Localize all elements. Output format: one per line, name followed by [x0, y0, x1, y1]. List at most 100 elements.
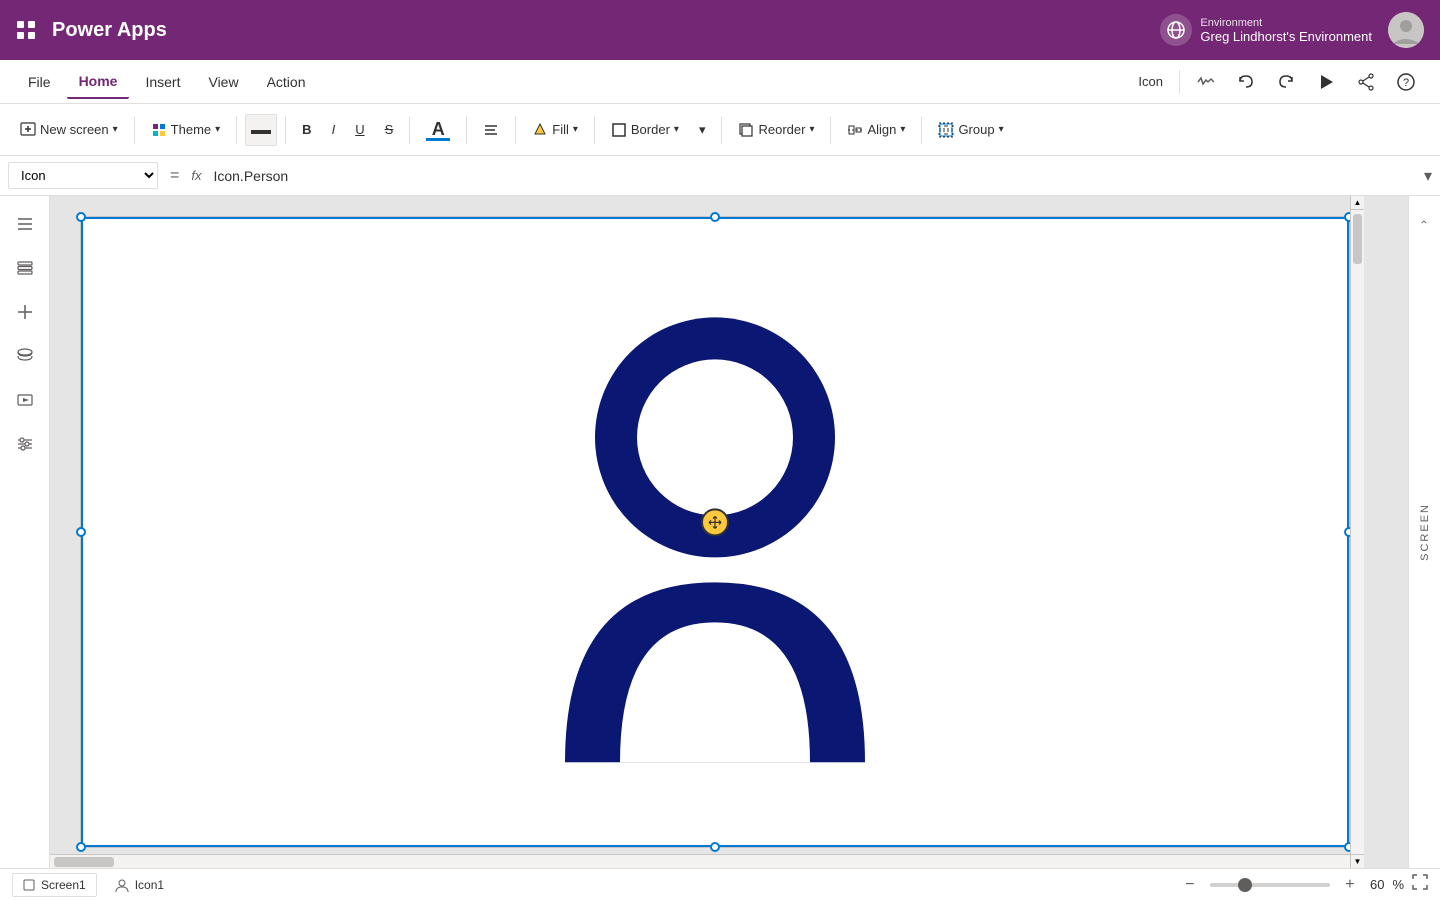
bold-btn[interactable]: B — [294, 116, 319, 143]
environment-text: Environment Greg Lindhorst's Environment — [1200, 17, 1372, 44]
reorder-chevron: ▾ — [809, 124, 814, 135]
environment-name: Greg Lindhorst's Environment — [1200, 29, 1372, 44]
scroll-down-arrow[interactable]: ▼ — [1350, 854, 1364, 868]
vertical-scrollbar[interactable] — [1350, 210, 1364, 854]
sidebar-add-icon[interactable] — [5, 292, 45, 332]
italic-btn[interactable]: I — [324, 116, 344, 143]
handle-top-left[interactable] — [76, 212, 86, 222]
handle-middle-left[interactable] — [76, 527, 86, 537]
screen-toggle-btn[interactable]: ‹ — [1415, 212, 1435, 232]
icon1-tab[interactable]: Icon1 — [105, 874, 174, 896]
reorder-btn[interactable]: Reorder ▾ — [730, 116, 822, 144]
data-icon — [16, 347, 34, 365]
share-icon — [1357, 73, 1375, 91]
formula-chevron[interactable]: ▾ — [1424, 166, 1432, 186]
scroll-thumb-h[interactable] — [54, 857, 114, 867]
font-color-swatch[interactable] — [245, 114, 277, 146]
formula-bar: Icon = fx ▾ — [0, 156, 1440, 196]
screen1-label: Screen1 — [41, 878, 86, 892]
text-size-btn[interactable]: A — [418, 114, 458, 145]
controls-icon — [16, 435, 34, 453]
border-icon — [611, 122, 627, 138]
border-chevron: ▾ — [674, 124, 679, 135]
undo-btn[interactable] — [1228, 64, 1264, 100]
strikethrough-btn[interactable]: S — [377, 116, 402, 143]
fx-label: fx — [191, 168, 201, 183]
environment-block[interactable]: Environment Greg Lindhorst's Environment — [1160, 14, 1372, 46]
theme-chevron: ▾ — [215, 124, 220, 135]
theme-btn[interactable]: Theme ▾ — [143, 116, 229, 144]
align-text-btn[interactable] — [475, 116, 507, 144]
new-screen-btn[interactable]: New screen ▾ — [12, 116, 126, 144]
share-btn[interactable] — [1348, 64, 1384, 100]
menu-file[interactable]: File — [16, 66, 63, 98]
tb-sep-2 — [236, 116, 237, 144]
formula-input[interactable] — [209, 164, 1416, 188]
user-avatar[interactable] — [1388, 12, 1424, 48]
sidebar-data-icon[interactable] — [5, 336, 45, 376]
hamburger-icon — [16, 215, 34, 233]
tb-sep-7 — [594, 116, 595, 144]
menu-view[interactable]: View — [196, 66, 250, 98]
help-btn[interactable]: ? — [1388, 64, 1424, 100]
screen-panel[interactable]: ‹ SCREEN — [1408, 196, 1440, 868]
zoom-unit: % — [1392, 877, 1404, 892]
bottom-bar: Screen1 Icon1 − + 60 % — [0, 868, 1440, 900]
menu-insert[interactable]: Insert — [133, 66, 192, 98]
person-icon-container — [540, 282, 890, 762]
app-title: Power Apps — [52, 19, 167, 42]
new-screen-icon — [20, 122, 36, 138]
tb-sep-5 — [466, 116, 467, 144]
scroll-thumb-v[interactable] — [1353, 214, 1362, 264]
play-btn[interactable] — [1308, 64, 1344, 100]
environment-icon — [1160, 14, 1192, 46]
group-btn[interactable]: Group ▾ — [930, 116, 1011, 144]
text-icon: A — [426, 120, 450, 141]
menu-right: Icon — [1130, 64, 1424, 100]
undo-icon — [1237, 73, 1255, 91]
new-screen-chevron: ▾ — [113, 124, 118, 135]
sidebar-media-icon[interactable] — [5, 380, 45, 420]
menu-action[interactable]: Action — [255, 66, 318, 98]
canvas-container[interactable] — [80, 216, 1350, 848]
fill-chevron: ▾ — [573, 124, 578, 135]
align-chevron: ▾ — [900, 124, 905, 135]
screen1-tab[interactable]: Screen1 — [12, 873, 97, 897]
zoom-slider[interactable] — [1210, 883, 1330, 887]
underline-btn[interactable]: U — [347, 116, 372, 143]
fx-button[interactable]: fx — [191, 168, 201, 183]
grid-icon — [16, 20, 36, 40]
menu-home[interactable]: Home — [67, 65, 130, 99]
border-btn[interactable]: Border ▾ — [603, 116, 687, 144]
handle-bottom-middle[interactable] — [710, 842, 720, 852]
environment-label: Environment — [1200, 17, 1372, 29]
fullscreen-icon — [1412, 874, 1428, 890]
apps-grid-button[interactable] — [16, 20, 36, 40]
handle-top-middle[interactable] — [710, 212, 720, 222]
zoom-in-btn[interactable]: + — [1338, 873, 1362, 897]
heartbeat-icon-btn[interactable] — [1188, 64, 1224, 100]
fullscreen-btn[interactable] — [1412, 874, 1428, 895]
sidebar-layers-icon[interactable] — [5, 248, 45, 288]
sidebar-controls-icon[interactable] — [5, 424, 45, 464]
menu-bar: File Home Insert View Action Icon — [0, 60, 1440, 104]
zoom-value: 60 — [1370, 877, 1384, 892]
horizontal-scrollbar[interactable] — [50, 854, 1350, 868]
move-icon — [708, 515, 722, 529]
redo-btn[interactable] — [1268, 64, 1304, 100]
layers-icon — [16, 259, 34, 277]
sidebar-menu-icon[interactable] — [5, 204, 45, 244]
fill-btn[interactable]: Fill ▾ — [524, 116, 586, 144]
play-icon — [1317, 73, 1335, 91]
new-screen-label: New screen — [40, 122, 109, 137]
align-btn[interactable]: Align ▾ — [839, 116, 913, 144]
element-selector[interactable]: Icon — [8, 162, 158, 189]
sidebar-left — [0, 196, 50, 868]
scroll-up-arrow[interactable]: ▲ — [1350, 196, 1364, 210]
border-label: Border — [631, 122, 670, 137]
zoom-out-btn[interactable]: − — [1178, 873, 1202, 897]
screen-label: SCREEN — [1419, 503, 1431, 561]
more-btn[interactable]: ▾ — [691, 116, 714, 144]
move-cursor[interactable] — [701, 508, 729, 536]
handle-bottom-left[interactable] — [76, 842, 86, 852]
